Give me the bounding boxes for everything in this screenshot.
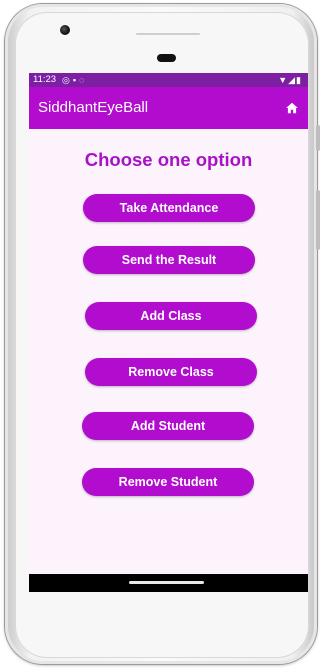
power-button bbox=[316, 125, 320, 151]
status-time: 11:23 bbox=[33, 74, 57, 85]
app-screen: 11:23 ◎▪◌ ▼◢▮ SiddhantEyeBall Choose one… bbox=[29, 73, 308, 592]
status-system-icons: ▼◢▮ bbox=[278, 75, 302, 85]
home-icon[interactable] bbox=[285, 101, 299, 115]
status-bar: 11:23 ◎▪◌ ▼◢▮ bbox=[29, 73, 308, 87]
remove-class-button[interactable]: Remove Class bbox=[85, 358, 257, 386]
take-attendance-button[interactable]: Take Attendance bbox=[83, 194, 255, 222]
app-bar: SiddhantEyeBall bbox=[29, 87, 308, 129]
page-title: Choose one option bbox=[84, 149, 253, 170]
home-gesture-handle[interactable] bbox=[129, 581, 204, 584]
status-notification-icons: ◎▪◌ bbox=[62, 75, 88, 85]
navigation-bar bbox=[29, 574, 308, 592]
remove-student-button[interactable]: Remove Student bbox=[82, 468, 254, 496]
add-student-button[interactable]: Add Student bbox=[82, 412, 254, 440]
app-title: SiddhantEyeBall bbox=[38, 99, 149, 116]
earpiece-speaker bbox=[157, 54, 176, 62]
volume-button bbox=[316, 190, 320, 250]
front-camera bbox=[60, 25, 70, 35]
send-result-button[interactable]: Send the Result bbox=[83, 246, 255, 274]
add-class-button[interactable]: Add Class bbox=[85, 302, 257, 330]
phone-grille bbox=[136, 33, 200, 35]
